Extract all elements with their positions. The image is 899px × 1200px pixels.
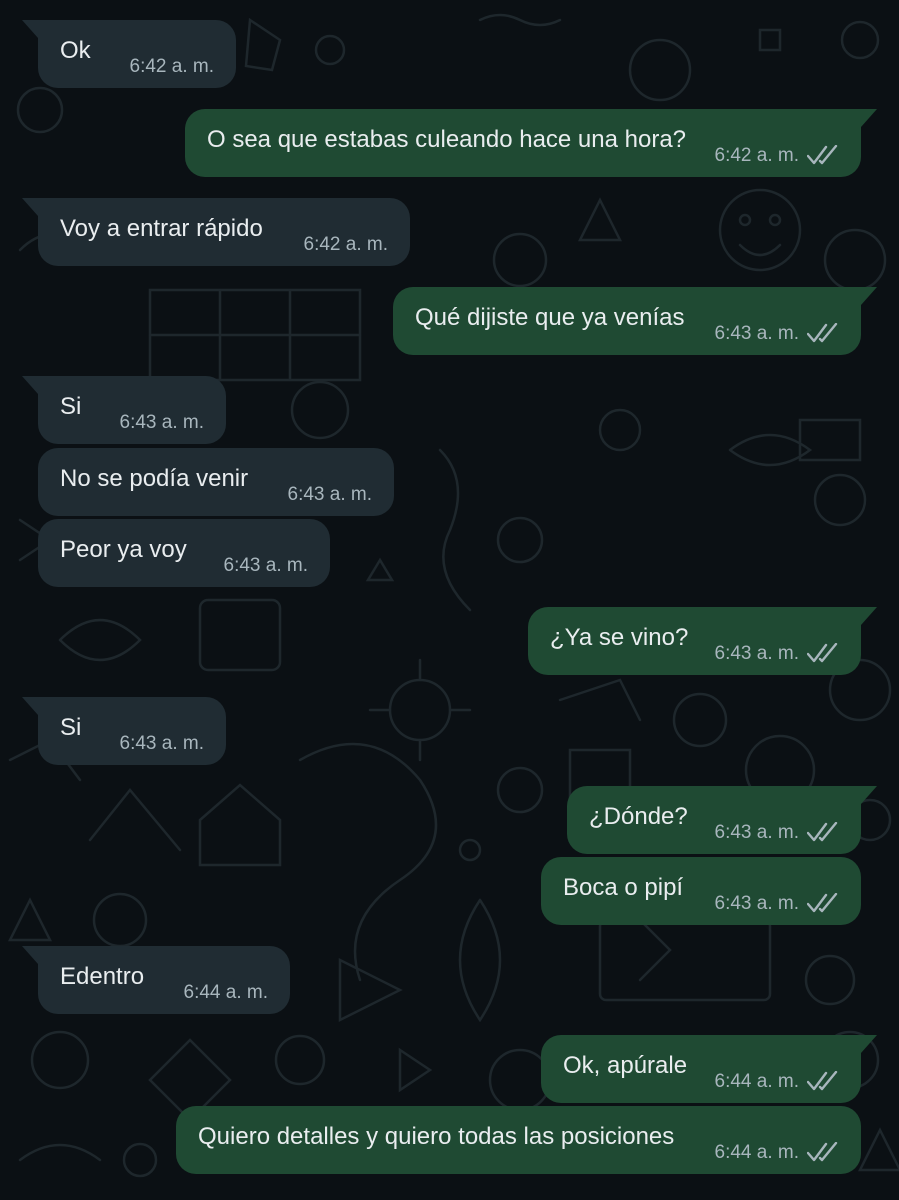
message-time: 6:43 a. m. — [714, 323, 800, 344]
message-time: 6:43 a. m. — [714, 822, 800, 843]
message-time: 6:43 a. m. — [287, 484, 373, 505]
message-text: Edentro — [60, 963, 145, 990]
incoming-message[interactable]: Si 6:43 a. m. — [22, 376, 226, 444]
incoming-message[interactable]: Si 6:43 a. m. — [22, 697, 226, 765]
double-check-icon — [807, 822, 838, 842]
outgoing-message[interactable]: Quiero detalles y quiero todas las posic… — [176, 1106, 861, 1174]
message-time: 6:44 a. m. — [714, 1071, 800, 1092]
incoming-message[interactable]: Edentro 6:44 a. m. — [22, 946, 290, 1014]
double-check-icon — [807, 323, 838, 343]
incoming-message[interactable]: Peor ya voy 6:43 a. m. — [38, 519, 330, 587]
message-time: 6:44 a. m. — [183, 982, 269, 1003]
message-text: Ok, apúrale — [563, 1052, 688, 1079]
double-check-icon — [807, 1142, 838, 1162]
message-time: 6:43 a. m. — [223, 555, 309, 576]
message-text: Boca o pipí — [563, 874, 684, 901]
message-text: Si — [60, 393, 82, 420]
outgoing-message[interactable]: Qué dijiste que ya venías 6:43 a. m. — [393, 287, 877, 355]
double-check-icon — [807, 643, 838, 663]
message-text: ¿Ya se vino? — [550, 624, 689, 651]
message-time: 6:44 a. m. — [714, 1142, 800, 1163]
message-text: Peor ya voy — [60, 536, 187, 563]
message-time: 6:43 a. m. — [119, 733, 205, 754]
outgoing-message[interactable]: ¿Ya se vino? 6:43 a. m. — [528, 607, 877, 675]
outgoing-message[interactable]: O sea que estabas culeando hace una hora… — [185, 109, 877, 177]
outgoing-message[interactable]: Ok, apúrale 6:44 a. m. — [541, 1035, 877, 1103]
message-text: Quiero detalles y quiero todas las posic… — [198, 1123, 675, 1150]
chat-message-list: Ok 6:42 a. m. O sea que estabas culeando… — [0, 0, 899, 1200]
message-text: No se podía venir — [60, 465, 249, 492]
double-check-icon — [807, 1071, 838, 1091]
message-time: 6:43 a. m. — [714, 893, 800, 914]
incoming-message[interactable]: Voy a entrar rápido 6:42 a. m. — [22, 198, 410, 266]
incoming-message[interactable]: Ok 6:42 a. m. — [22, 20, 236, 88]
outgoing-message[interactable]: Boca o pipí 6:43 a. m. — [541, 857, 861, 925]
message-text: Si — [60, 714, 82, 741]
message-time: 6:43 a. m. — [119, 412, 205, 433]
double-check-icon — [807, 893, 838, 913]
message-time: 6:42 a. m. — [303, 234, 389, 255]
outgoing-message[interactable]: ¿Dónde? 6:43 a. m. — [567, 786, 877, 854]
message-text: Voy a entrar rápido — [60, 215, 263, 242]
message-text: ¿Dónde? — [589, 803, 688, 830]
message-time: 6:43 a. m. — [714, 643, 800, 664]
double-check-icon — [807, 145, 838, 165]
message-time: 6:42 a. m. — [714, 145, 800, 166]
message-time: 6:42 a. m. — [129, 56, 215, 77]
message-text: Ok — [60, 37, 91, 64]
message-text: O sea que estabas culeando hace una hora… — [207, 126, 687, 153]
message-text: Qué dijiste que ya venías — [415, 304, 685, 331]
incoming-message[interactable]: No se podía venir 6:43 a. m. — [38, 448, 394, 516]
